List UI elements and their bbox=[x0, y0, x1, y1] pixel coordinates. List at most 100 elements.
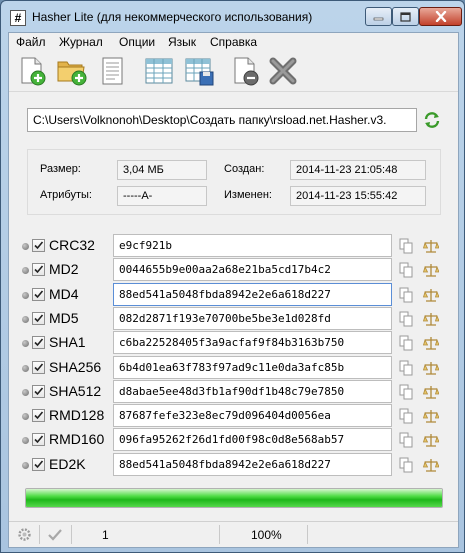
file-count: 1 bbox=[102, 528, 109, 542]
attributes-label: Атрибуты: bbox=[40, 189, 92, 201]
status-dot-icon bbox=[22, 243, 29, 250]
compare-scales-icon[interactable] bbox=[422, 262, 440, 278]
add-folder-button[interactable] bbox=[56, 55, 88, 87]
copy-icon[interactable] bbox=[399, 335, 413, 351]
copy-icon[interactable] bbox=[399, 238, 413, 254]
hash-checkbox[interactable] bbox=[32, 336, 45, 349]
menu-help[interactable]: Справка bbox=[210, 35, 257, 49]
hash-algorithm-label: RMD128 bbox=[49, 407, 105, 423]
status-dot-icon bbox=[22, 365, 29, 372]
status-separator bbox=[307, 525, 308, 544]
copy-icon[interactable] bbox=[399, 432, 413, 448]
hash-algorithm-label: ED2K bbox=[49, 456, 86, 472]
menu-file[interactable]: Файл bbox=[16, 35, 46, 49]
hash-algorithm-label: MD4 bbox=[49, 286, 79, 302]
title-bar[interactable]: # Hasher Lite (для некоммерческого испол… bbox=[1, 1, 464, 32]
menu-log[interactable]: Журнал bbox=[59, 35, 103, 49]
add-file-icon bbox=[21, 57, 46, 86]
compare-scales-icon[interactable] bbox=[422, 238, 440, 254]
hash-value-field[interactable]: d8abae5ee48d3fb1af90df1b48c79e7850 bbox=[113, 380, 392, 403]
hash-value-field[interactable]: 88ed541a5048fbda8942e2e6a618d227 bbox=[113, 283, 392, 306]
hash-checkbox[interactable] bbox=[32, 385, 45, 398]
remove-file-icon bbox=[234, 57, 259, 86]
hash-value-field[interactable]: 096fa95262f26d1fd00f98c0d8e568ab57 bbox=[113, 428, 392, 451]
menu-language[interactable]: Язык bbox=[168, 35, 196, 49]
close-button[interactable] bbox=[419, 7, 462, 26]
checkmark-icon bbox=[34, 411, 44, 420]
hash-row-crc32: CRC32 e9cf921b bbox=[9, 234, 458, 258]
compare-scales-icon[interactable] bbox=[422, 335, 440, 351]
minimize-button[interactable] bbox=[365, 7, 392, 26]
status-dot-icon bbox=[22, 437, 29, 444]
compare-scales-icon[interactable] bbox=[422, 287, 440, 303]
hash-checkbox[interactable] bbox=[32, 312, 45, 325]
hash-checkbox[interactable] bbox=[32, 409, 45, 422]
status-dot-icon bbox=[22, 316, 29, 323]
hash-checkbox[interactable] bbox=[32, 433, 45, 446]
copy-icon[interactable] bbox=[399, 287, 413, 303]
save-table-icon bbox=[185, 58, 214, 86]
attributes-value: -----A- bbox=[117, 186, 207, 206]
table-button[interactable] bbox=[143, 55, 175, 87]
hash-row-md2: MD2 0044655b9e00aa2a68e21ba5cd17b4c2 bbox=[9, 258, 458, 282]
app-icon: # bbox=[10, 10, 26, 26]
status-dot-icon bbox=[22, 340, 29, 347]
add-folder-icon bbox=[57, 61, 87, 86]
copy-icon[interactable] bbox=[399, 360, 413, 376]
hash-checkbox[interactable] bbox=[32, 239, 45, 252]
checkmark-icon bbox=[34, 314, 44, 323]
copy-icon[interactable] bbox=[399, 457, 413, 473]
copy-icon[interactable] bbox=[399, 262, 413, 278]
hash-row-sha256: SHA256 6b4d01ea63f783f97ad9c11e0da3afc85b bbox=[9, 356, 458, 380]
file-path-field[interactable]: C:\Users\Volknonoh\Desktop\Создать папку… bbox=[27, 108, 417, 132]
add-file-button[interactable] bbox=[16, 55, 48, 87]
copy-icon[interactable] bbox=[399, 408, 413, 424]
toolbar bbox=[9, 51, 458, 92]
hash-algorithm-label: MD5 bbox=[49, 310, 79, 326]
hash-row-rmd160: RMD160 096fa95262f26d1fd00f98c0d8e568ab57 bbox=[9, 428, 458, 452]
hash-checkbox[interactable] bbox=[32, 263, 45, 276]
hash-value-field[interactable]: 082d2871f193e70700be5be3e1d028fd bbox=[113, 307, 392, 330]
progress-bar bbox=[25, 488, 443, 508]
compare-scales-icon[interactable] bbox=[422, 311, 440, 327]
status-dot-icon bbox=[22, 413, 29, 420]
status-dot-icon bbox=[22, 292, 29, 299]
hash-value-field[interactable]: 88ed541a5048fbda8942e2e6a618d227 bbox=[113, 453, 392, 476]
hash-algorithm-label: SHA512 bbox=[49, 383, 102, 399]
hash-row-ed2k: ED2K 88ed541a5048fbda8942e2e6a618d227 bbox=[9, 453, 458, 477]
cancel-icon bbox=[269, 57, 297, 85]
hash-value-field[interactable]: 0044655b9e00aa2a68e21ba5cd17b4c2 bbox=[113, 258, 392, 281]
compare-scales-icon[interactable] bbox=[422, 384, 440, 400]
hash-checkbox[interactable] bbox=[32, 361, 45, 374]
hash-value-field[interactable]: 6b4d01ea63f783f97ad9c11e0da3afc85b bbox=[113, 356, 392, 379]
hash-value-field[interactable]: c6ba22528405f3a9acfaf9f84b3163b750 bbox=[113, 331, 392, 354]
client-area: Файл Журнал Опции Язык Справка C:\Users\… bbox=[8, 32, 459, 548]
settings-icon[interactable] bbox=[17, 527, 32, 542]
copy-icon[interactable] bbox=[399, 384, 413, 400]
refresh-icon[interactable] bbox=[423, 111, 441, 129]
cancel-button[interactable] bbox=[267, 55, 299, 87]
hash-row-rmd128: RMD128 87687fefe323e8ec79d096404d0056ea bbox=[9, 404, 458, 428]
hash-algorithm-label: SHA256 bbox=[49, 359, 102, 375]
checkmark-icon bbox=[34, 435, 44, 444]
compare-scales-icon[interactable] bbox=[422, 360, 440, 376]
document-button[interactable] bbox=[97, 55, 129, 87]
hash-algorithm-label: MD2 bbox=[49, 261, 79, 277]
compare-scales-icon[interactable] bbox=[422, 457, 440, 473]
compare-scales-icon[interactable] bbox=[422, 432, 440, 448]
save-table-button[interactable] bbox=[183, 55, 215, 87]
hash-value-field[interactable]: 87687fefe323e8ec79d096404d0056ea bbox=[113, 404, 392, 427]
status-separator bbox=[219, 525, 220, 544]
hash-checkbox[interactable] bbox=[32, 288, 45, 301]
created-value: 2014-11-23 21:05:48 bbox=[290, 160, 426, 180]
hash-checkbox[interactable] bbox=[32, 458, 45, 471]
hash-value-field[interactable]: e9cf921b bbox=[113, 234, 392, 257]
copy-icon[interactable] bbox=[399, 311, 413, 327]
compare-scales-icon[interactable] bbox=[422, 408, 440, 424]
status-separator bbox=[39, 525, 40, 544]
menu-options[interactable]: Опции bbox=[119, 35, 155, 49]
maximize-button[interactable] bbox=[392, 7, 419, 26]
remove-file-button[interactable] bbox=[229, 55, 261, 87]
table-icon bbox=[145, 58, 173, 84]
checkmark-icon bbox=[34, 241, 44, 250]
